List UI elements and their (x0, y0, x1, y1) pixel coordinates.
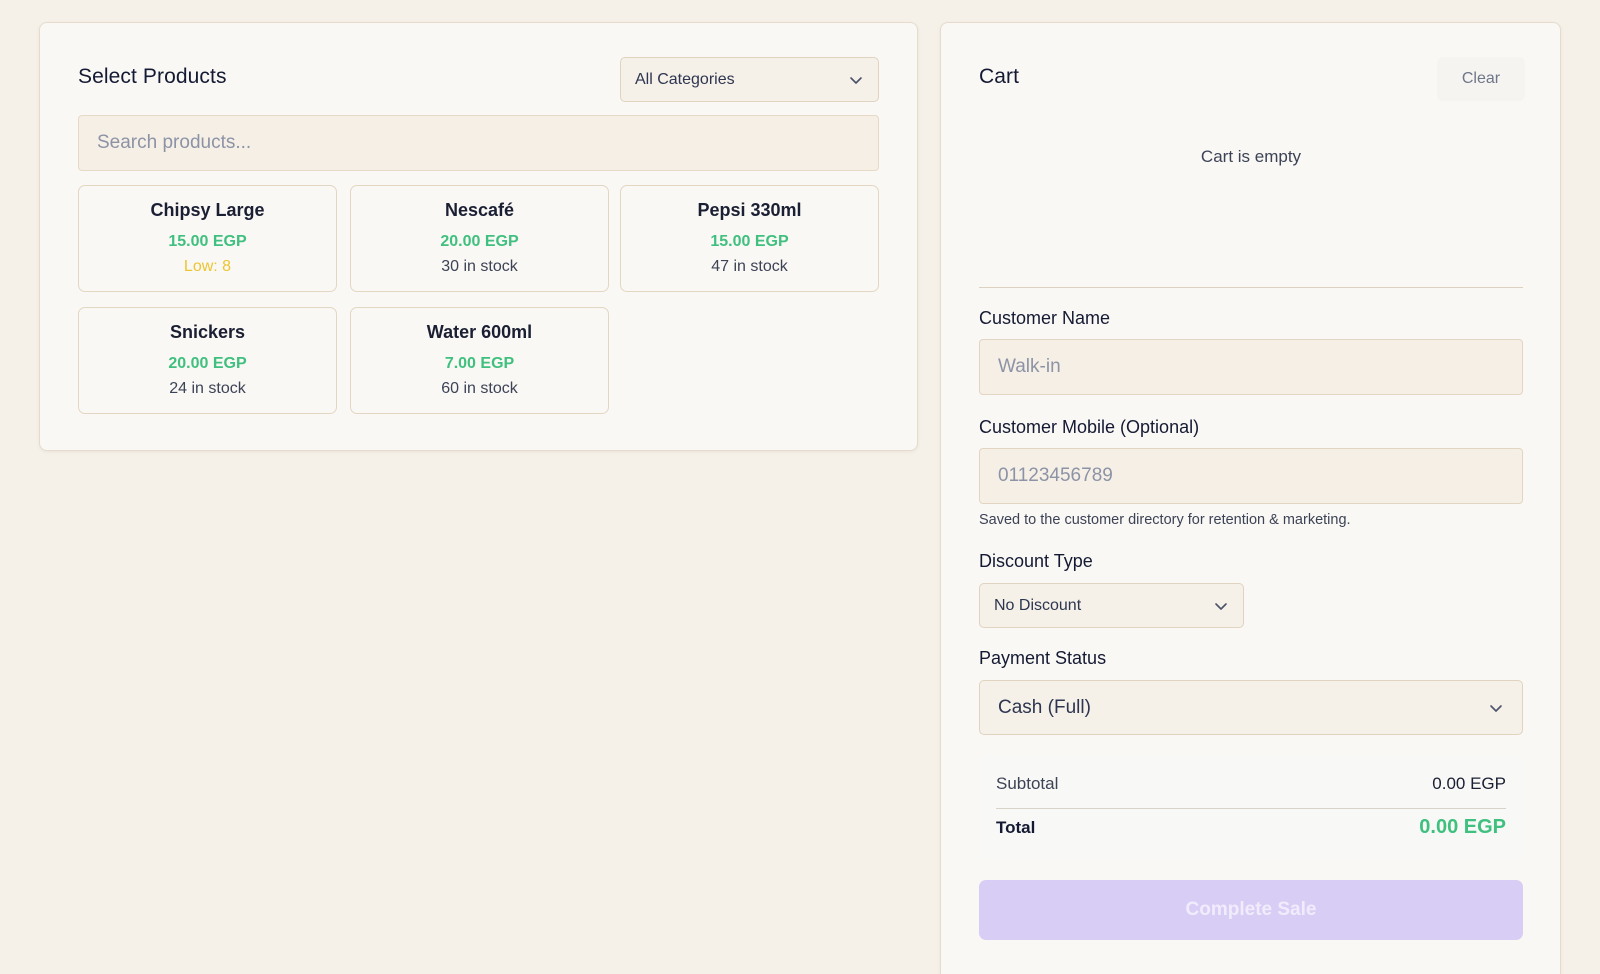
product-card-nescafe[interactable]: Nescafé 20.00 EGP 30 in stock (350, 185, 609, 292)
totals-divider (996, 808, 1506, 809)
product-card-snickers[interactable]: Snickers 20.00 EGP 24 in stock (78, 307, 337, 414)
customer-mobile-input[interactable] (979, 448, 1523, 504)
customer-name-label: Customer Name (979, 308, 1111, 328)
subtotal-value: 0.00 EGP (1432, 774, 1506, 793)
product-stock: 60 in stock (441, 380, 518, 397)
pos-page: Select Products All Categories Chipsy La… (0, 0, 1600, 974)
products-panel-title: Select Products (78, 65, 227, 88)
totals-summary: Subtotal 0.00 EGP Total 0.00 EGP (979, 755, 1523, 859)
customer-mobile-helper: Saved to the customer directory for rete… (979, 512, 1351, 528)
product-card-water-600ml[interactable]: Water 600ml 7.00 EGP 60 in stock (350, 307, 609, 414)
chevron-down-icon (848, 72, 864, 88)
product-price: 20.00 EGP (440, 233, 519, 250)
product-name: Nescafé (444, 200, 515, 220)
product-name: Snickers (169, 322, 246, 342)
chevron-down-icon (1488, 700, 1504, 716)
product-search-input[interactable] (78, 115, 879, 171)
total-value: 0.00 EGP (1419, 816, 1506, 838)
product-card-pepsi-330ml[interactable]: Pepsi 330ml 15.00 EGP 47 in stock (620, 185, 879, 292)
discount-type-select[interactable]: No Discount (979, 583, 1244, 628)
category-select-value: All Categories (635, 70, 735, 88)
complete-sale-button[interactable]: Complete Sale (979, 880, 1523, 940)
product-price: 15.00 EGP (710, 233, 789, 250)
discount-type-label: Discount Type (979, 551, 1093, 571)
product-name: Chipsy Large (150, 200, 265, 220)
payment-status-value: Cash (Full) (998, 696, 1091, 718)
category-select[interactable]: All Categories (620, 57, 879, 102)
product-name: Water 600ml (426, 322, 533, 342)
payment-status-select[interactable]: Cash (Full) (979, 680, 1523, 735)
total-label: Total (996, 818, 1036, 837)
subtotal-row: Subtotal 0.00 EGP (996, 774, 1506, 794)
clear-cart-button[interactable]: Clear (1437, 57, 1525, 101)
product-name: Pepsi 330ml (697, 200, 802, 220)
products-panel: Select Products All Categories Chipsy La… (39, 22, 918, 451)
cart-empty-message: Cart is empty (1200, 147, 1302, 166)
product-price: 20.00 EGP (168, 355, 247, 372)
product-stock: 24 in stock (169, 380, 246, 397)
cart-panel: Cart Clear Cart is empty Customer Name C… (940, 22, 1561, 974)
customer-name-input[interactable] (979, 339, 1523, 395)
cart-title: Cart (979, 65, 1020, 88)
payment-status-label: Payment Status (979, 648, 1107, 668)
product-price: 15.00 EGP (168, 233, 247, 250)
product-price: 7.00 EGP (444, 355, 515, 372)
cart-divider (979, 287, 1523, 288)
discount-type-value: No Discount (994, 596, 1082, 614)
product-stock: 30 in stock (441, 258, 518, 275)
subtotal-label: Subtotal (996, 774, 1059, 793)
customer-mobile-label: Customer Mobile (Optional) (979, 417, 1200, 437)
total-row: Total 0.00 EGP (996, 816, 1506, 839)
product-stock: 47 in stock (711, 258, 788, 275)
product-card-chipsy-large[interactable]: Chipsy Large 15.00 EGP Low: 8 (78, 185, 337, 292)
chevron-down-icon (1213, 598, 1229, 614)
product-stock-low: Low: 8 (183, 258, 232, 275)
